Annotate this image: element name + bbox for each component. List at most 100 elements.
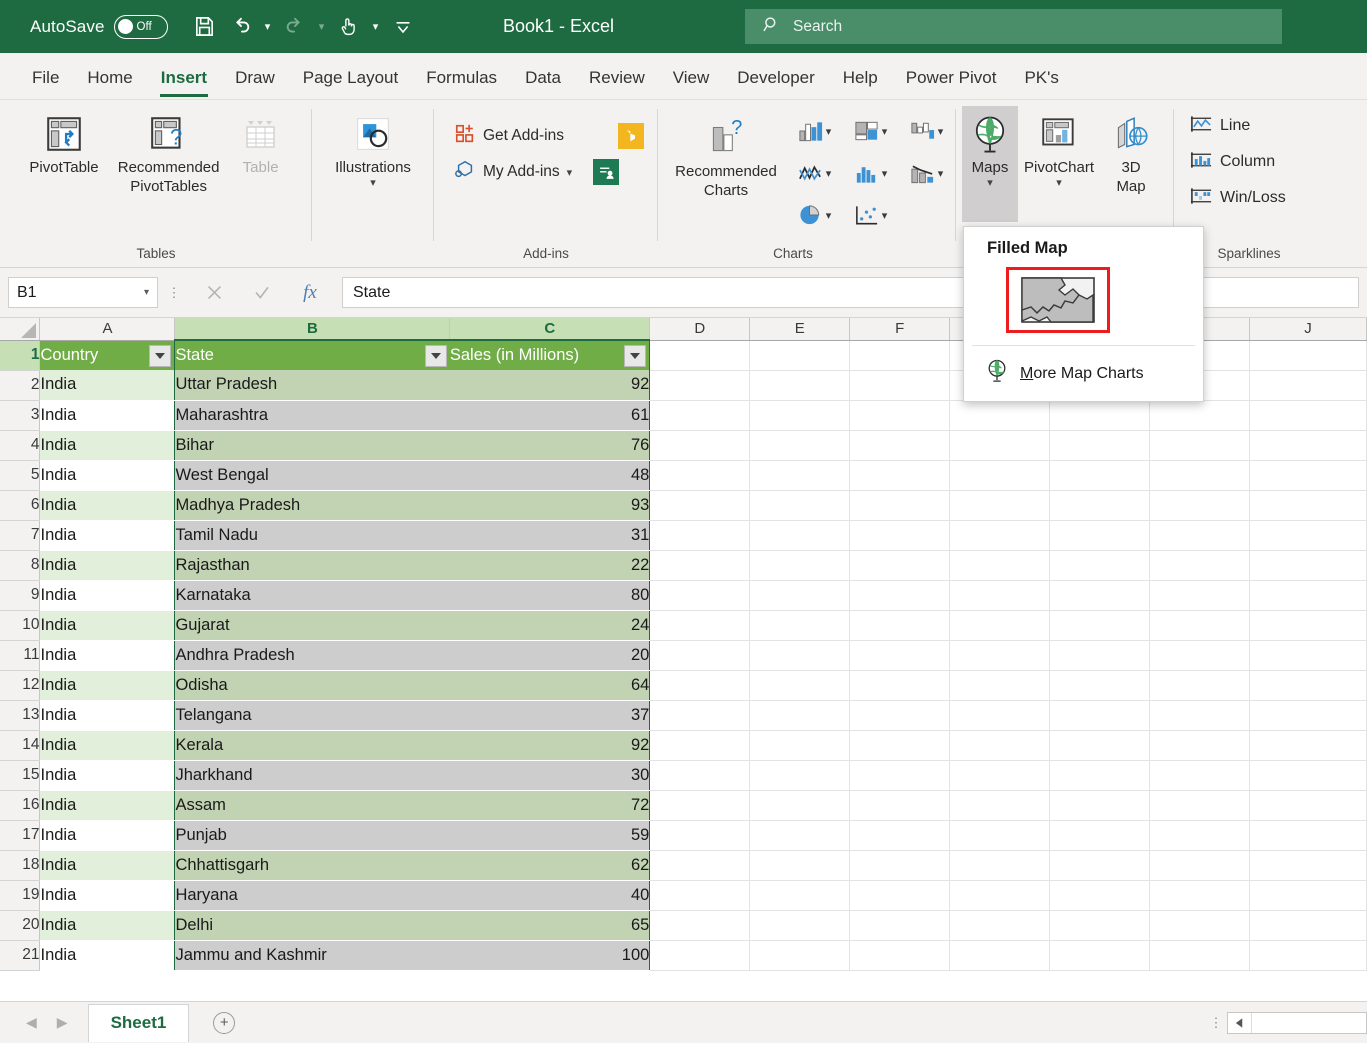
empty-cell[interactable]: [849, 910, 951, 941]
save-icon[interactable]: [188, 9, 222, 45]
cell-sales[interactable]: 92: [449, 370, 651, 401]
empty-cell[interactable]: [949, 490, 1051, 521]
chevron-down-icon[interactable]: ▾: [567, 166, 573, 179]
row-header-8[interactable]: 8: [0, 550, 41, 581]
cell-country[interactable]: India: [39, 730, 175, 761]
empty-cell[interactable]: [849, 610, 951, 641]
empty-cell[interactable]: [749, 580, 851, 611]
recommended-pivottables-button[interactable]: ? Recommended PivotTables: [109, 106, 229, 196]
select-all-corner[interactable]: [0, 318, 41, 341]
cell-country[interactable]: India: [39, 940, 175, 971]
cell-country[interactable]: India: [39, 760, 175, 791]
3d-map-button[interactable]: 3D Map: [1100, 106, 1162, 196]
empty-cell[interactable]: [1149, 430, 1250, 461]
column-header-c[interactable]: C: [449, 318, 651, 341]
empty-cell[interactable]: [1249, 670, 1367, 701]
row-header-3[interactable]: 3: [0, 400, 41, 431]
cell-sales[interactable]: 100: [449, 940, 651, 971]
empty-cell[interactable]: [949, 460, 1051, 491]
empty-cell[interactable]: [1249, 940, 1367, 971]
cell-state[interactable]: Madhya Pradesh: [174, 490, 450, 521]
empty-cell[interactable]: [849, 790, 951, 821]
cell-state[interactable]: Karnataka: [174, 580, 450, 611]
row-header-20[interactable]: 20: [0, 910, 41, 941]
empty-cell[interactable]: [1049, 670, 1151, 701]
empty-cell[interactable]: [949, 760, 1051, 791]
cell-state[interactable]: Chhattisgarh: [174, 850, 450, 881]
empty-cell[interactable]: [949, 520, 1051, 551]
cell-state[interactable]: Bihar: [174, 430, 450, 461]
empty-cell[interactable]: [1049, 430, 1151, 461]
empty-cell[interactable]: [1049, 880, 1151, 911]
empty-cell[interactable]: [949, 880, 1051, 911]
empty-cell[interactable]: [749, 490, 851, 521]
tab-review[interactable]: Review: [575, 57, 659, 99]
empty-cell[interactable]: [749, 610, 851, 641]
empty-cell[interactable]: [749, 520, 851, 551]
empty-cell[interactable]: [749, 550, 851, 581]
empty-cell[interactable]: [849, 880, 951, 911]
row-header-2[interactable]: 2: [0, 370, 41, 401]
row-header-9[interactable]: 9: [0, 580, 41, 611]
tab-view[interactable]: View: [659, 57, 724, 99]
empty-cell[interactable]: [1249, 820, 1367, 851]
empty-cell[interactable]: [1049, 910, 1151, 941]
empty-cell[interactable]: [649, 490, 751, 521]
empty-cell[interactable]: [649, 550, 751, 581]
filter-dropdown-sales[interactable]: [624, 345, 647, 367]
empty-cell[interactable]: [1249, 790, 1367, 821]
table-button[interactable]: Table: [233, 106, 289, 177]
tab-power-pivot[interactable]: Power Pivot: [892, 57, 1011, 99]
empty-cell[interactable]: [849, 400, 951, 431]
row-header-12[interactable]: 12: [0, 670, 41, 701]
illustrations-button[interactable]: Illustrations ▾: [329, 106, 417, 190]
column-header-j[interactable]: J: [1249, 318, 1367, 341]
undo-icon[interactable]: [224, 9, 258, 45]
empty-cell[interactable]: [1049, 640, 1151, 671]
empty-cell[interactable]: [849, 730, 951, 761]
empty-cell[interactable]: [949, 430, 1051, 461]
cell-country[interactable]: India: [39, 580, 175, 611]
formula-bar-grip[interactable]: ⋮: [166, 285, 182, 301]
column-header-e[interactable]: E: [749, 318, 851, 341]
column-header-a[interactable]: A: [39, 318, 176, 341]
bing-maps-icon[interactable]: [618, 123, 644, 149]
empty-cell[interactable]: [1249, 460, 1367, 491]
empty-cell[interactable]: [749, 850, 851, 881]
next-sheet-arrow[interactable]: ▶: [57, 1014, 68, 1031]
line-area-chart-button[interactable]: ▾: [786, 152, 842, 194]
cell-sales[interactable]: 37: [449, 700, 651, 731]
empty-cell[interactable]: [849, 520, 951, 551]
table-header-sales[interactable]: Sales (in Millions): [449, 340, 651, 370]
empty-cell[interactable]: [749, 820, 851, 851]
cell-sales[interactable]: 92: [449, 730, 651, 761]
prev-sheet-arrow[interactable]: ◀: [26, 1014, 37, 1031]
hierarchy-chart-button[interactable]: ▾: [842, 110, 898, 152]
empty-cell[interactable]: [1049, 550, 1151, 581]
empty-cell[interactable]: [849, 700, 951, 731]
tab-pks[interactable]: PK's: [1010, 57, 1072, 99]
empty-cell[interactable]: [649, 430, 751, 461]
empty-cell[interactable]: [1049, 490, 1151, 521]
empty-cell[interactable]: [1049, 730, 1151, 761]
empty-cell[interactable]: [849, 850, 951, 881]
empty-cell[interactable]: [1149, 580, 1250, 611]
empty-cell[interactable]: [849, 760, 951, 791]
pivotchart-button[interactable]: PivotChart ▾: [1018, 106, 1100, 190]
empty-cell[interactable]: [1149, 850, 1250, 881]
empty-cell[interactable]: [949, 790, 1051, 821]
chevron-down-icon[interactable]: ▾: [826, 209, 832, 222]
empty-cell[interactable]: [849, 820, 951, 851]
empty-cell[interactable]: [1049, 460, 1151, 491]
row-header-13[interactable]: 13: [0, 700, 41, 731]
tab-formulas[interactable]: Formulas: [412, 57, 511, 99]
pie-doughnut-chart-button[interactable]: ▾: [786, 194, 842, 236]
touch-mode-icon[interactable]: [332, 9, 366, 45]
cell-country[interactable]: India: [39, 460, 175, 491]
row-header-1[interactable]: 1: [0, 340, 41, 371]
row-header-10[interactable]: 10: [0, 610, 41, 641]
tab-help[interactable]: Help: [829, 57, 892, 99]
empty-cell[interactable]: [749, 880, 851, 911]
empty-cell[interactable]: [1149, 700, 1250, 731]
cell-state[interactable]: Punjab: [174, 820, 450, 851]
